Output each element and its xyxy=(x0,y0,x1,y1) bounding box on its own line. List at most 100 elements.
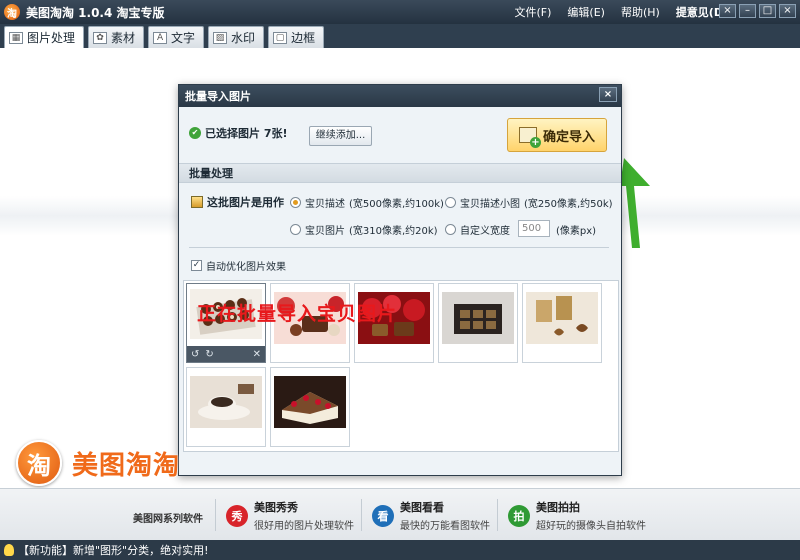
delete-icon[interactable]: ✕ xyxy=(253,349,261,360)
usage-label: 这批图片是用作 xyxy=(191,194,284,210)
thumbnail[interactable] xyxy=(186,367,266,447)
software-meitu-paipai[interactable]: 拍 美图拍拍 超好玩的摄像头自拍软件 xyxy=(508,499,646,532)
usage-label-text: 这批图片是用作 xyxy=(207,196,284,209)
green-arrow-icon xyxy=(620,158,650,248)
minimize-button[interactable]: – xyxy=(739,4,756,18)
watermark-icon: ▨ xyxy=(213,31,228,44)
thumbnail[interactable] xyxy=(438,283,518,363)
radio-note: (宽310像素,约20k) xyxy=(349,226,438,237)
radio-label: 宝贝描述小图 xyxy=(460,199,520,210)
brand-badge-icon: 淘 xyxy=(16,440,62,486)
tab-label: 边框 xyxy=(291,31,316,45)
tab-label: 图片处理 xyxy=(27,31,76,45)
dialog-title-bar: 批量导入图片 × xyxy=(179,85,621,107)
paipai-icon: 拍 xyxy=(508,504,530,527)
brand-logo: 淘 美图淘淘 xyxy=(16,440,180,486)
radio-dot xyxy=(290,224,301,235)
dialog-close-button[interactable]: × xyxy=(599,87,617,102)
tab-bar: ▦ 图片处理 ✿ 素材 A 文字 ▨ 水印 ▢ 边框 xyxy=(0,24,800,48)
tab-frame[interactable]: ▢ 边框 xyxy=(268,26,325,48)
series-label: 美图网系列软件 xyxy=(133,514,203,525)
custom-width-input[interactable]: 500 xyxy=(518,220,550,237)
tab-label: 水印 xyxy=(231,31,256,45)
selected-count: 已选择图片 7张! xyxy=(205,127,288,140)
usage-icon xyxy=(191,196,203,208)
confirm-import-button[interactable]: 确定导入 xyxy=(507,118,607,152)
check-icon: ✔ xyxy=(189,127,201,139)
window-controls: × – □ × xyxy=(719,4,796,18)
software-desc: 超好玩的摄像头自拍软件 xyxy=(536,521,646,532)
tab-watermark[interactable]: ▨ 水印 xyxy=(208,26,265,48)
skin-close-icon[interactable]: × xyxy=(719,4,736,18)
radio-item-picture[interactable]: 宝贝图片 (宽310像素,约20k) xyxy=(290,222,438,237)
radio-dot xyxy=(290,197,301,208)
software-name: 美图拍拍 xyxy=(536,501,580,514)
software-name: 美图秀秀 xyxy=(254,501,298,514)
section-title: 批量处理 xyxy=(179,163,621,183)
width-unit: (像素px) xyxy=(556,226,597,237)
tab-picture-edit[interactable]: ▦ 图片处理 xyxy=(4,26,85,48)
picture-icon: ▦ xyxy=(9,31,23,44)
thumbnail[interactable] xyxy=(522,283,602,363)
thumbnail-photo xyxy=(190,376,262,428)
software-desc: 很好用的图片处理软件 xyxy=(254,521,354,532)
title-bar: 淘 美图淘淘 1.0.4 淘宝专版 文件(F) 编辑(E) 帮助(H) 提意见(… xyxy=(0,0,800,24)
status-text[interactable]: 【新功能】新增"图形"分类，绝对实用! xyxy=(18,542,209,558)
sticker-icon: ✿ xyxy=(93,31,108,44)
thumbnail-toolbar: ↺ ↻ ✕ xyxy=(187,346,265,362)
software-meitu-xiuxiu[interactable]: 秀 美图秀秀 很好用的图片处理软件 xyxy=(226,499,354,532)
add-more-button[interactable]: 继续添加... xyxy=(309,126,372,146)
radio-description[interactable]: 宝贝描述 (宽500像素,约100k) xyxy=(290,195,444,210)
app-logo-icon: 淘 xyxy=(4,4,20,20)
app-title: 美图淘淘 1.0.4 淘宝专版 xyxy=(26,5,165,20)
software-name: 美图看看 xyxy=(400,501,444,514)
radio-note: (宽500像素,约100k) xyxy=(349,199,444,210)
menu-help[interactable]: 帮助(H) xyxy=(621,4,660,20)
radio-dot xyxy=(445,224,456,235)
thumbnail-photo xyxy=(442,292,514,344)
radio-note: (宽250像素,约50k) xyxy=(524,199,613,210)
radio-label: 宝贝图片 xyxy=(305,226,345,237)
maximize-button[interactable]: □ xyxy=(759,4,776,18)
radio-label: 宝贝描述 xyxy=(305,199,345,210)
separator xyxy=(497,499,498,531)
radio-label: 自定义宽度 xyxy=(460,226,510,237)
brand-text: 美图淘淘 xyxy=(72,450,181,481)
auto-optimize-option[interactable]: ✓ 自动优化图片效果 xyxy=(191,258,286,273)
thumbnail[interactable] xyxy=(270,367,350,447)
thumbnail-photo xyxy=(526,292,598,344)
auto-optimize-label: 自动优化图片效果 xyxy=(206,262,286,273)
software-desc: 最快的万能看图软件 xyxy=(400,521,490,532)
auto-optimize-checkbox[interactable]: ✓ xyxy=(191,260,202,271)
radio-description-small[interactable]: 宝贝描述小图 (宽250像素,约50k) xyxy=(445,195,613,210)
close-button[interactable]: × xyxy=(779,4,796,18)
status-bar: 【新功能】新增"图形"分类，绝对实用! xyxy=(0,540,800,560)
menu-bar: 文件(F) 编辑(E) 帮助(H) 提意见(D) xyxy=(514,0,728,24)
rotate-right-icon[interactable]: ↻ xyxy=(205,349,213,360)
software-panel: 美图网系列软件 秀 美图秀秀 很好用的图片处理软件 看 美图看看 最快的万能看图… xyxy=(0,488,800,540)
frame-icon: ▢ xyxy=(273,31,288,44)
radio-custom-width[interactable]: 自定义宽度 xyxy=(445,222,510,237)
lightbulb-icon xyxy=(4,544,14,556)
text-icon: A xyxy=(153,31,168,44)
selection-status: ✔ 已选择图片 7张! xyxy=(189,125,288,141)
menu-edit[interactable]: 编辑(E) xyxy=(567,4,605,20)
xiuxiu-icon: 秀 xyxy=(226,504,248,527)
confirm-import-label: 确定导入 xyxy=(542,129,595,145)
batch-import-dialog: 批量导入图片 × ✔ 已选择图片 7张! 继续添加... 确定导入 批量处理 这… xyxy=(178,84,622,476)
separator xyxy=(361,499,362,531)
dialog-title: 批量导入图片 xyxy=(185,90,251,103)
software-meitu-kankan[interactable]: 看 美图看看 最快的万能看图软件 xyxy=(372,499,490,532)
tab-label: 文字 xyxy=(171,31,196,45)
menu-file[interactable]: 文件(F) xyxy=(514,4,551,20)
kankan-icon: 看 xyxy=(372,504,394,527)
add-image-icon xyxy=(518,127,541,148)
tab-label: 素材 xyxy=(111,31,136,45)
rotate-left-icon[interactable]: ↺ xyxy=(191,349,199,360)
tab-material[interactable]: ✿ 素材 xyxy=(88,26,145,48)
separator xyxy=(215,499,216,531)
divider xyxy=(189,247,609,248)
thumbnail-photo xyxy=(274,376,346,428)
radio-dot xyxy=(445,197,456,208)
tab-text[interactable]: A 文字 xyxy=(148,26,205,48)
